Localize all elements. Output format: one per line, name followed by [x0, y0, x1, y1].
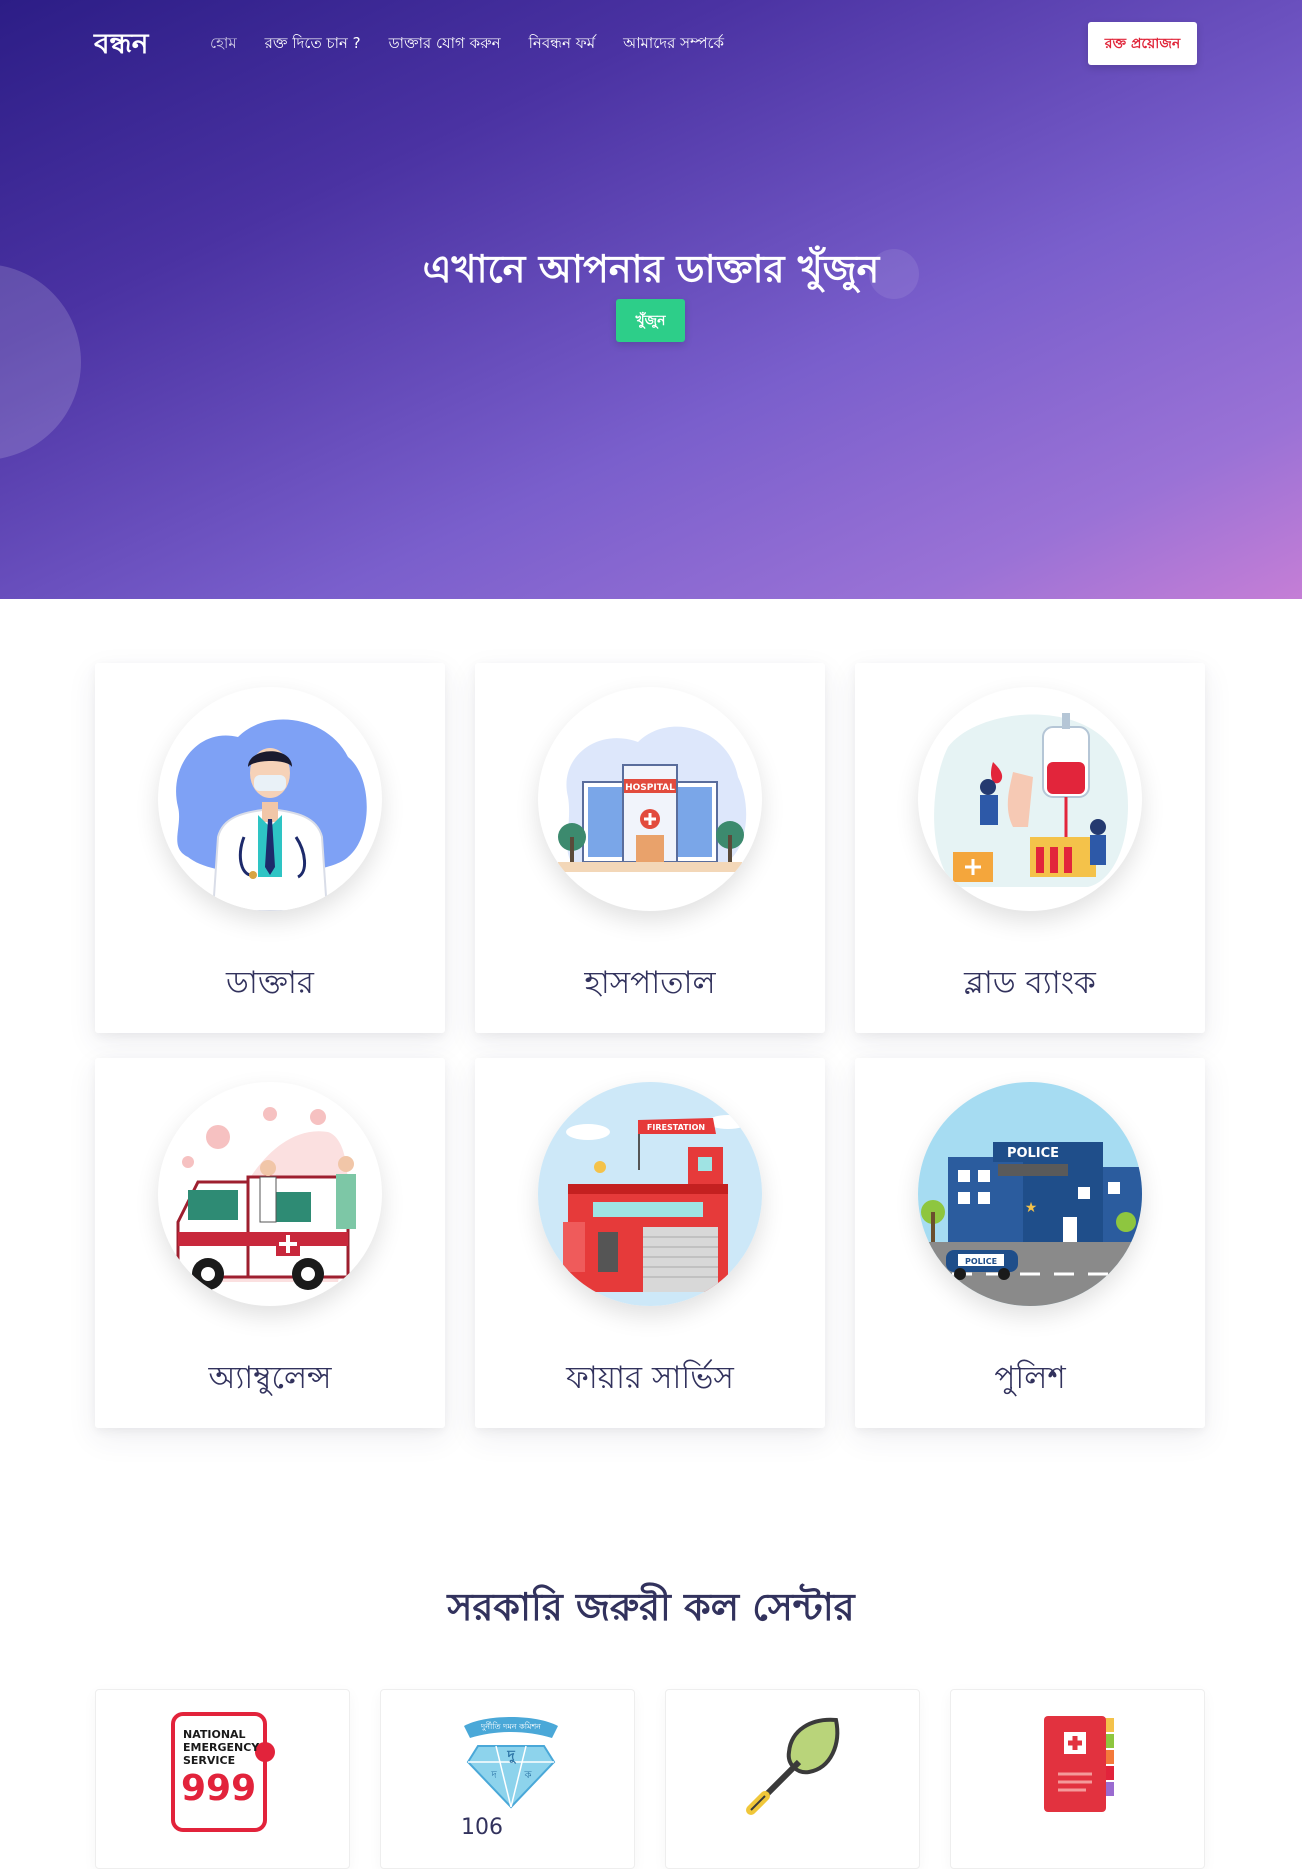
brand-logo[interactable]: বন্ধন	[94, 22, 148, 69]
service-card-fire-service[interactable]: FIRESTATION ফায়ার সার্ভিস	[475, 1058, 825, 1428]
nav-link-home[interactable]: হোম	[210, 32, 237, 57]
logo-letter-left: দ	[490, 1770, 497, 1781]
call-card-health-book[interactable]	[950, 1689, 1205, 1869]
service-card-hospital[interactable]: HOSPITAL হাসপাতাল	[475, 663, 825, 1033]
hero-title: এখানে আপনার ডাক্তার খুঁজুন	[422, 246, 880, 291]
service-card-doctor[interactable]: ডাক্তার	[95, 663, 445, 1033]
nav-link-registration[interactable]: নিবন্ধন ফর্ম	[529, 32, 595, 57]
service-label: অ্যাম্বুলেন্স	[208, 1360, 332, 1396]
nav-link-about[interactable]: আমাদের সম্পর্কে	[623, 32, 724, 57]
service-card-police[interactable]: POLICE ★ POLICE পুলিশ	[855, 1058, 1205, 1428]
nav-link-donate-blood[interactable]: রক্ত দিতে চান ?	[265, 32, 361, 57]
service-label: ব্লাড ব্যাংক	[964, 965, 1096, 1001]
police-sign: POLICE	[1007, 1146, 1059, 1161]
service-card-blood-bank[interactable]: ব্লাড ব্যাংক	[855, 663, 1205, 1033]
service-label: ডাক্তার	[226, 965, 314, 1001]
agriculture-trowel-icon	[746, 1717, 840, 1815]
blood-bank-icon	[918, 687, 1142, 911]
emergency-section-title: সরকারি জরুরী কল সেন্টার	[447, 1584, 855, 1629]
svg-text:★: ★	[1025, 1200, 1038, 1216]
ambulance-icon	[158, 1082, 382, 1306]
hospital-icon: HOSPITAL	[538, 687, 762, 911]
need-blood-button[interactable]: রক্ত প্রয়োজন	[1088, 22, 1197, 65]
search-button[interactable]: খুঁজুন	[616, 299, 685, 342]
logo-text-line-2: EMERGENCY	[183, 1741, 260, 1754]
logo-ribbon-text: দুর্নীতি দমন কমিশন	[480, 1721, 541, 1731]
fire-station-icon: FIRESTATION	[538, 1082, 762, 1306]
health-book-icon	[1044, 1716, 1114, 1812]
logo-number: 999	[181, 1768, 256, 1809]
hospital-sign: HOSPITAL	[625, 783, 675, 793]
doctor-icon	[158, 687, 382, 911]
service-card-ambulance[interactable]: অ্যাম্বুলেন্স	[95, 1058, 445, 1428]
nav-link-add-doctor[interactable]: ডাক্তার যোগ করুন	[389, 32, 501, 57]
logo-text-line-1: NATIONAL	[183, 1728, 246, 1741]
service-label: ফায়ার সার্ভিস	[566, 1360, 734, 1396]
service-label: পুলিশ	[994, 1360, 1066, 1396]
anti-corruption-commission-logo: দুর্নীতি দমন কমিশন দু দ ক	[464, 1717, 558, 1809]
police-station-icon: POLICE ★ POLICE	[918, 1082, 1142, 1306]
logo-text-line-3: SERVICE	[183, 1754, 235, 1767]
call-card-106[interactable]: দুর্নীতি দমন কমিশন দু দ ক 106	[380, 1689, 635, 1869]
navbar: বন্ধন হোম রক্ত দিতে চান ? ডাক্তার যোগ কর…	[0, 0, 1302, 84]
nav-links: হোম রক্ত দিতে চান ? ডাক্তার যোগ করুন নিব…	[210, 32, 752, 57]
call-card-agriculture[interactable]	[665, 1689, 920, 1869]
call-number: 106	[461, 1815, 503, 1840]
call-card-999[interactable]: NATIONAL EMERGENCY SERVICE 999	[95, 1689, 350, 1869]
hero-section: বন্ধন হোম রক্ত দিতে চান ? ডাক্তার যোগ কর…	[0, 0, 1302, 599]
firestation-sign: FIRESTATION	[647, 1123, 705, 1132]
police-car-label: POLICE	[965, 1257, 997, 1266]
national-emergency-999-logo: NATIONAL EMERGENCY SERVICE 999	[171, 1712, 275, 1832]
service-label: হাসপাতাল	[584, 965, 716, 1001]
logo-letter-right: ক	[524, 1770, 533, 1781]
